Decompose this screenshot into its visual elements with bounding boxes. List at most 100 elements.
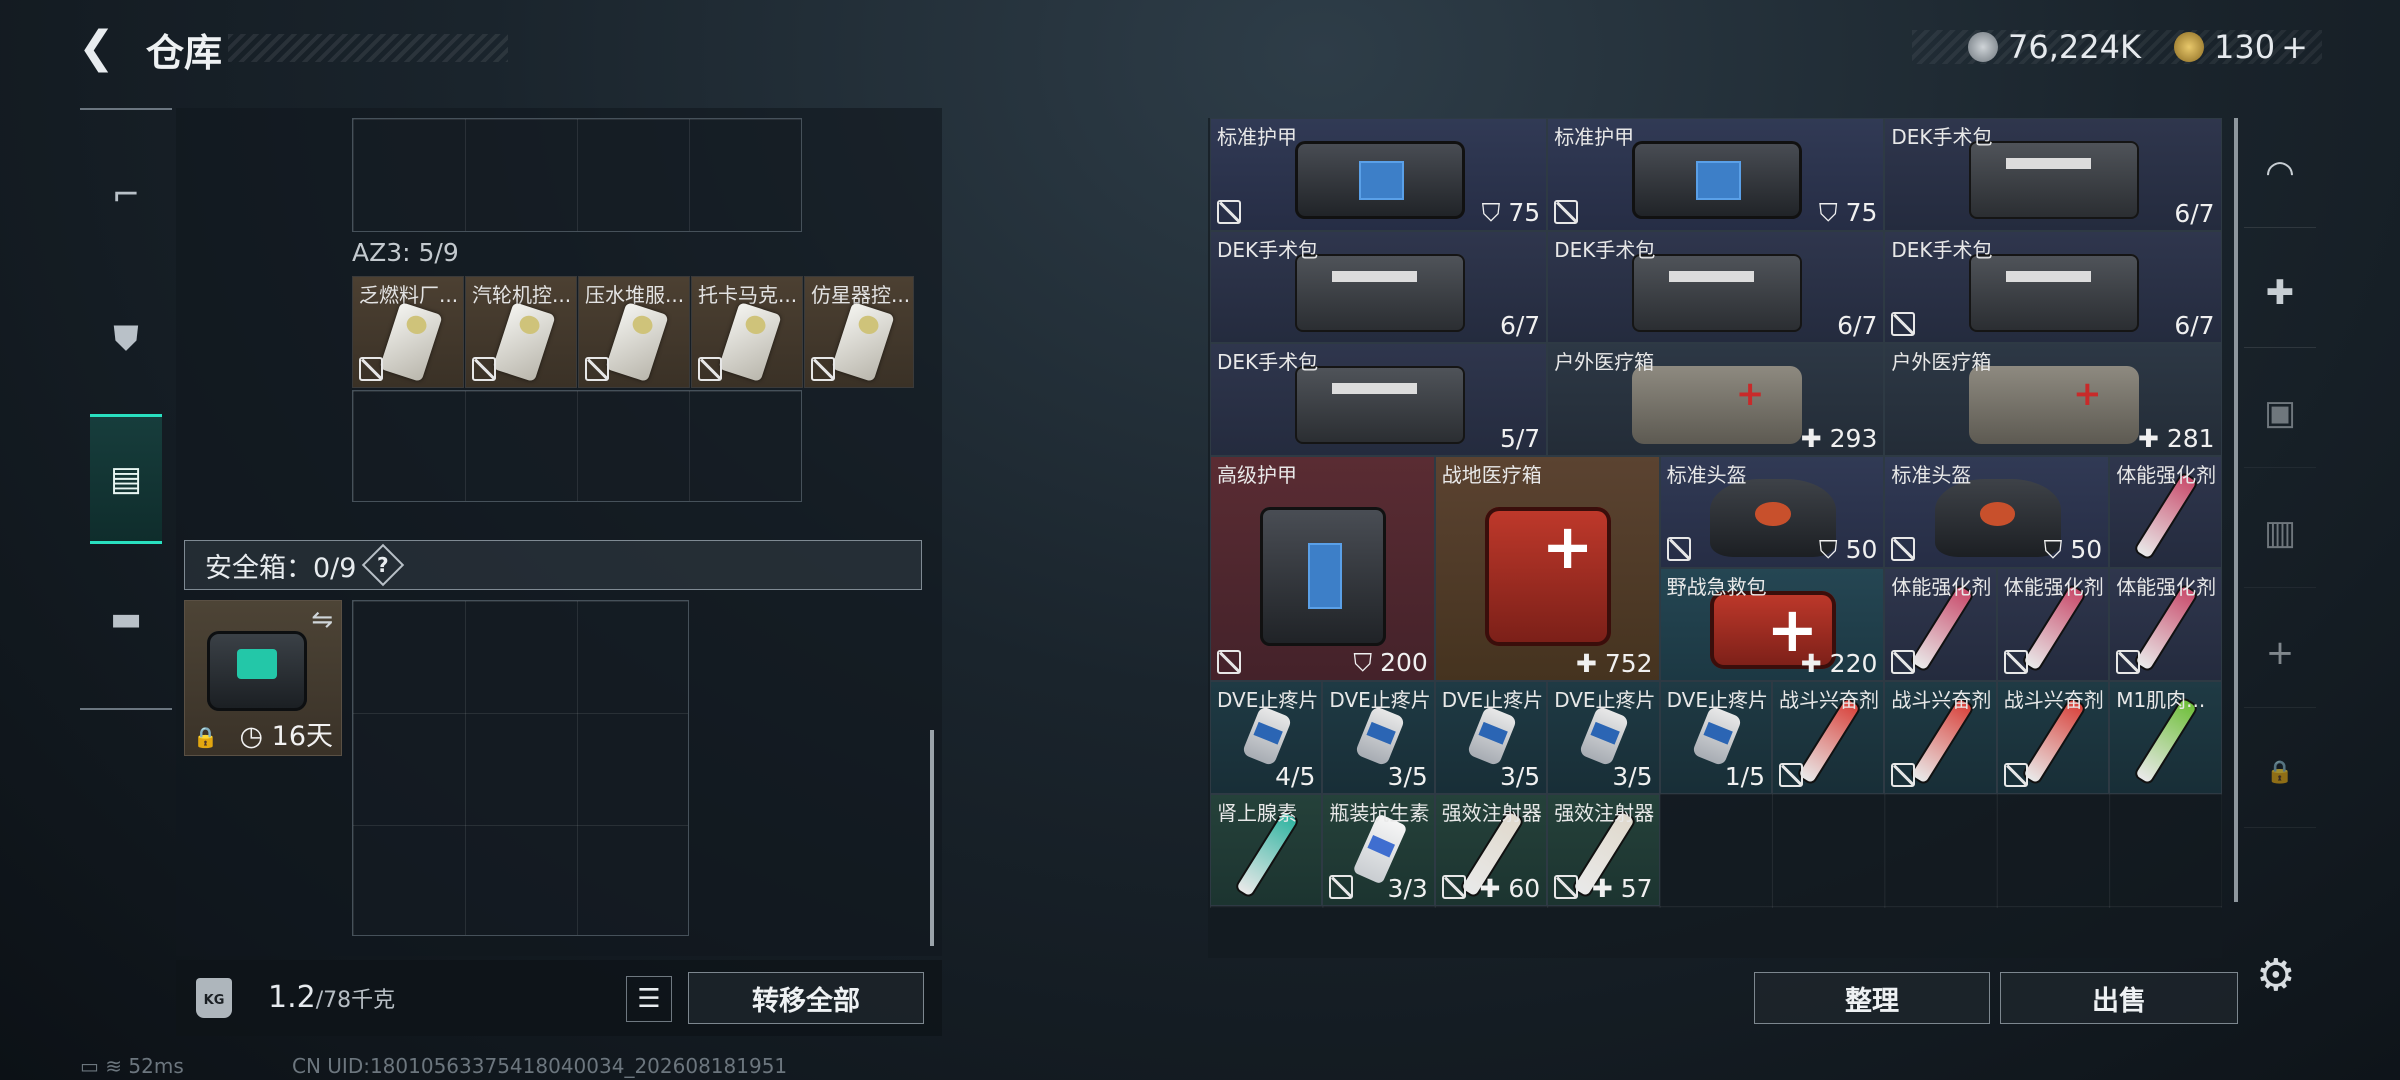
stash-item[interactable]: 体能强化剂 bbox=[2109, 455, 2222, 569]
no-drop-icon bbox=[359, 357, 383, 381]
uses-icon: ✚ bbox=[2137, 423, 2167, 453]
nav-weapons[interactable]: ⌐ bbox=[90, 130, 162, 260]
item-name: 战斗兴奋剂 bbox=[2003, 688, 2104, 712]
surgery-kit-icon bbox=[1294, 253, 1465, 332]
stash-item[interactable]: 战地医疗箱 ✚ 752 bbox=[1434, 455, 1660, 681]
stash-item[interactable]: 强效注射器 ✚ 60 bbox=[1434, 793, 1548, 907]
stash-item[interactable]: DEK手术包 6/7 bbox=[1210, 230, 1548, 344]
stash-item[interactable]: 瓶装抗生素 3/3 bbox=[1322, 793, 1435, 907]
stash-item[interactable]: DVE止疼片 3/5 bbox=[1547, 681, 1660, 794]
no-drop-icon bbox=[2003, 649, 2028, 674]
stash-item[interactable]: 体能强化剂 bbox=[2109, 568, 2222, 681]
sell-button[interactable]: 出售 bbox=[2000, 972, 2238, 1024]
stash-item[interactable]: 标准头盔 ⛉ 50 bbox=[1884, 455, 2110, 569]
item-name: DEK手术包 bbox=[1891, 237, 1993, 262]
stash-item[interactable]: 战斗兴奋剂 bbox=[1884, 681, 1997, 794]
gear-icon[interactable]: ⚙ bbox=[2256, 950, 2295, 1001]
category-nav: ⌐ ⛊ ▤ ▬ bbox=[80, 108, 172, 710]
safe-box-label: 安全箱：0/9 bbox=[205, 552, 357, 584]
stash-item[interactable]: 标准头盔 ⛉ 50 bbox=[1659, 455, 1885, 569]
container-slot-grid[interactable] bbox=[352, 390, 802, 502]
painkiller-icon bbox=[1578, 705, 1630, 767]
help-button[interactable]: ? bbox=[362, 543, 405, 587]
add-filter-button[interactable]: + bbox=[2244, 598, 2316, 708]
stash-item[interactable]: DVE止疼片 1/5 bbox=[1659, 681, 1772, 794]
stash-item[interactable]: DVE止疼片 3/5 bbox=[1434, 681, 1548, 794]
nav-backpack[interactable]: ▤ bbox=[90, 414, 162, 544]
ping-value: 52ms bbox=[128, 1054, 184, 1078]
stash-item[interactable]: 体能强化剂 bbox=[1884, 568, 1997, 681]
stash-item[interactable]: DEK手术包 6/7 bbox=[1547, 230, 1885, 344]
stash-item[interactable]: 标准护甲 ⛉ 75 bbox=[1210, 118, 1548, 231]
nav-case[interactable]: ▬ bbox=[90, 554, 162, 684]
container-item[interactable]: 乏燃料厂... bbox=[352, 276, 464, 388]
stash-item[interactable]: 高级护甲 ⛉ 200 bbox=[1210, 455, 1435, 681]
gold-balance[interactable]: 130 + bbox=[2174, 26, 2308, 68]
coin-balance[interactable]: 76,224K bbox=[1968, 26, 2141, 68]
stash-item[interactable]: 战斗兴奋剂 bbox=[1996, 681, 2110, 794]
item-name: DVE止疼片 bbox=[1217, 688, 1319, 712]
item-name: 体能强化剂 bbox=[2003, 575, 2104, 600]
filter-armor-level[interactable]: ▣ bbox=[2244, 358, 2316, 468]
stash-item[interactable]: 户外医疗箱 ✚ 281 bbox=[1884, 343, 2222, 456]
stash-item[interactable]: 体能强化剂 bbox=[1996, 568, 2110, 681]
backpack-icon: ▤ bbox=[109, 459, 143, 499]
count-value: 4/5 bbox=[1275, 761, 1316, 791]
stash-item[interactable]: 户外医疗箱 ✚ 293 bbox=[1547, 343, 1885, 456]
no-drop-icon bbox=[1554, 199, 1579, 224]
stash-item[interactable]: 标准护甲 ⛉ 75 bbox=[1547, 118, 1885, 231]
upper-slot-grid[interactable] bbox=[352, 118, 802, 232]
item-name: 强效注射器 bbox=[1554, 800, 1655, 825]
container-item[interactable]: 托卡马克... bbox=[691, 276, 803, 388]
loadout-scrollbar[interactable] bbox=[930, 730, 934, 946]
filter-helmet[interactable]: ◠ bbox=[2244, 118, 2316, 228]
stash-item[interactable]: 肾上腺素 bbox=[1210, 793, 1323, 907]
help-icon: ? bbox=[377, 552, 390, 577]
add-gold-button[interactable]: + bbox=[2281, 28, 2308, 66]
keycard-icon bbox=[379, 301, 443, 383]
stash-item[interactable]: DEK手术包 6/7 bbox=[1884, 118, 2222, 231]
gold-coin-icon bbox=[2174, 32, 2204, 62]
safe-box-item[interactable]: ⇋ 🔒 ◷ 16天 bbox=[184, 600, 342, 756]
count-value: 60 bbox=[1508, 874, 1541, 904]
stash-item[interactable]: 野战急救包 ✚ 220 bbox=[1659, 568, 1885, 681]
stash-item[interactable]: M1肌肉... bbox=[2109, 681, 2222, 794]
weight-current: 1.2 bbox=[268, 980, 316, 1015]
count-value: 3/5 bbox=[1387, 761, 1428, 791]
safe-box-grid[interactable] bbox=[352, 600, 689, 936]
stash-item[interactable]: 强效注射器 ✚ 57 bbox=[1547, 793, 1660, 907]
stash-item[interactable]: DEK手术包 5/7 bbox=[1210, 343, 1548, 456]
count-value: 281 bbox=[2166, 423, 2215, 453]
stash-scrollbar[interactable] bbox=[2234, 118, 2238, 902]
transfer-all-button[interactable]: 转移全部 bbox=[688, 972, 924, 1024]
lock-icon: 🔒 bbox=[193, 725, 218, 749]
no-drop-icon bbox=[585, 357, 609, 381]
count-value: 6/7 bbox=[1837, 311, 1878, 341]
swap-icon[interactable]: ⇋ bbox=[311, 605, 333, 635]
list-view-button[interactable]: ☰ bbox=[626, 976, 672, 1022]
container-item[interactable]: 压水堆服... bbox=[578, 276, 690, 388]
stash-item[interactable]: DVE止疼片 3/5 bbox=[1322, 681, 1435, 794]
no-drop-icon bbox=[1217, 199, 1241, 224]
filter-medkit-add[interactable]: ✚ bbox=[2244, 238, 2316, 348]
lock-icon: 🔒 bbox=[2266, 760, 2294, 785]
count-value: 3/5 bbox=[1499, 761, 1541, 791]
item-name: DVE止疼片 bbox=[1441, 688, 1544, 712]
gun-icon: ⌐ bbox=[111, 175, 141, 215]
stash-item[interactable]: DVE止疼片 4/5 bbox=[1210, 681, 1323, 794]
item-count: 6/7 bbox=[2174, 311, 2214, 340]
filter-backpack-level[interactable]: ▥ bbox=[2244, 478, 2316, 588]
container-item[interactable]: 仿星器控... bbox=[804, 276, 914, 388]
item-count: ⛉ 50 bbox=[2044, 535, 2103, 565]
sort-button[interactable]: 整理 bbox=[1754, 972, 1990, 1024]
item-name: 标准护甲 bbox=[1217, 125, 1297, 149]
surgery-kit-icon bbox=[1968, 253, 2139, 332]
lock-filter-button[interactable]: 🔒 bbox=[2244, 718, 2316, 828]
nav-armor[interactable]: ⛊ bbox=[90, 274, 162, 404]
container-item[interactable]: 汽轮机控... bbox=[465, 276, 577, 388]
stash-item[interactable]: DEK手术包 6/7 bbox=[1884, 230, 2222, 344]
count-value: 6/7 bbox=[1499, 311, 1541, 341]
no-drop-icon bbox=[698, 357, 722, 381]
back-button[interactable]: ❮ bbox=[78, 26, 122, 70]
stash-item[interactable]: 战斗兴奋剂 bbox=[1772, 681, 1885, 794]
